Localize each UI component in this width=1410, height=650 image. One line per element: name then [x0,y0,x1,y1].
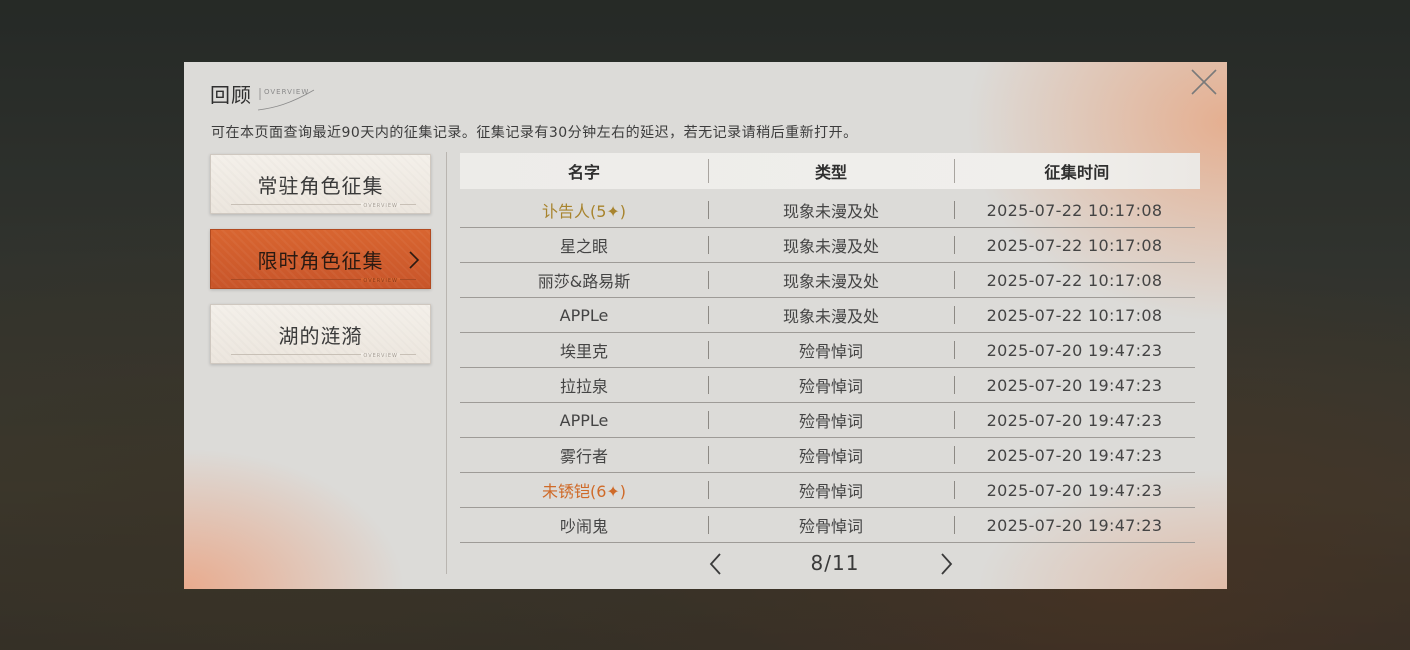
row-time: 2025-07-20 19:47:23 [954,438,1195,472]
row-time: 2025-07-20 19:47:23 [954,473,1195,507]
row-type: 殓骨悼词 [708,368,954,402]
row-name: 未锈铠(6✦) [541,482,627,501]
chevron-right-icon [941,553,953,575]
close-button[interactable] [1189,67,1219,97]
row-type: 现象未漫及处 [708,263,954,297]
row-name: 吵闹鬼 [559,517,608,536]
header-time: 征集时间 [954,153,1200,189]
row-name: 拉拉泉 [559,377,608,396]
table-row: 雾行者 殓骨悼词 2025-07-20 19:47:23 [460,438,1195,473]
row-name: APPLe [559,410,609,430]
chevron-right-icon [409,251,420,269]
tab-lake-ripples[interactable]: 湖的涟漪 OVERVIEW [210,304,431,364]
row-type: 殓骨悼词 [708,438,954,472]
row-type: 现象未漫及处 [708,228,954,262]
tab-tag: OVERVIEW [363,203,399,209]
header-name: 名字 [567,163,600,182]
table-row: 未锈铠(6✦) 殓骨悼词 2025-07-20 19:47:23 [460,473,1195,508]
row-time: 2025-07-22 10:17:08 [954,298,1195,332]
row-type: 现象未漫及处 [708,193,954,227]
row-name: 雾行者 [559,447,608,466]
dialog-description: 可在本页面查询最近90天内的征集记录。征集记录有30分钟左右的延迟，若无记录请稍… [211,125,858,141]
row-name: 丽莎&路易斯 [537,272,631,291]
row-name: 星之眼 [559,237,608,256]
row-time: 2025-07-22 10:17:08 [954,228,1195,262]
row-time: 2025-07-20 19:47:23 [954,333,1195,367]
table-row: 吵闹鬼 殓骨悼词 2025-07-20 19:47:23 [460,508,1195,543]
page-indicator: 8/11 [810,551,860,575]
row-time: 2025-07-20 19:47:23 [954,368,1195,402]
row-time: 2025-07-22 10:17:08 [954,263,1195,297]
table-row: 星之眼 现象未漫及处 2025-07-22 10:17:08 [460,228,1195,263]
tab-label: 常驻角色征集 [257,173,384,198]
tab-tag: OVERVIEW [363,353,399,359]
pagination: 8/11 [700,549,970,579]
row-type: 殓骨悼词 [708,403,954,437]
row-time: 2025-07-20 19:47:23 [954,403,1195,437]
table-row: 拉拉泉 殓骨悼词 2025-07-20 19:47:23 [460,368,1195,403]
record-table: 名字 类型 征集时间 讣告人(5✦) 现象未漫及处 2025-07-22 10:… [460,153,1200,543]
row-type: 殓骨悼词 [708,333,954,367]
row-name: 埃里克 [559,342,608,361]
table-row: APPLe 现象未漫及处 2025-07-22 10:17:08 [460,298,1195,333]
dialog-title: 回顾 [210,83,252,107]
row-time: 2025-07-20 19:47:23 [954,508,1195,542]
next-page-button[interactable] [936,552,956,576]
tab-standard-recruit[interactable]: 常驻角色征集 OVERVIEW [210,154,431,214]
table-row: APPLe 殓骨悼词 2025-07-20 19:47:23 [460,403,1195,438]
row-name: APPLe [559,305,609,325]
close-icon [1191,69,1217,95]
table-row: 丽莎&路易斯 现象未漫及处 2025-07-22 10:17:08 [460,263,1195,298]
dialog-subtitle: OVERVIEW [264,88,310,96]
tab-tag: OVERVIEW [363,278,399,284]
row-time: 2025-07-22 10:17:08 [954,193,1195,227]
row-type: 殓骨悼词 [708,473,954,507]
row-name: 讣告人(5✦) [541,202,627,221]
row-type: 现象未漫及处 [708,298,954,332]
tab-label: 限时角色征集 [257,248,384,273]
history-dialog: 回顾 OVERVIEW 可在本页面查询最近90天内的征集记录。征集记录有30分钟… [184,62,1227,589]
table-row: 埃里克 殓骨悼词 2025-07-20 19:47:23 [460,333,1195,368]
header-type: 类型 [708,153,954,189]
tab-limited-recruit[interactable]: 限时角色征集 OVERVIEW [210,229,431,289]
tab-label: 湖的涟漪 [278,323,363,348]
table-header: 名字 类型 征集时间 [460,153,1200,189]
panel-divider [446,152,447,574]
row-type: 殓骨悼词 [708,508,954,542]
table-row: 讣告人(5✦) 现象未漫及处 2025-07-22 10:17:08 [460,193,1195,228]
